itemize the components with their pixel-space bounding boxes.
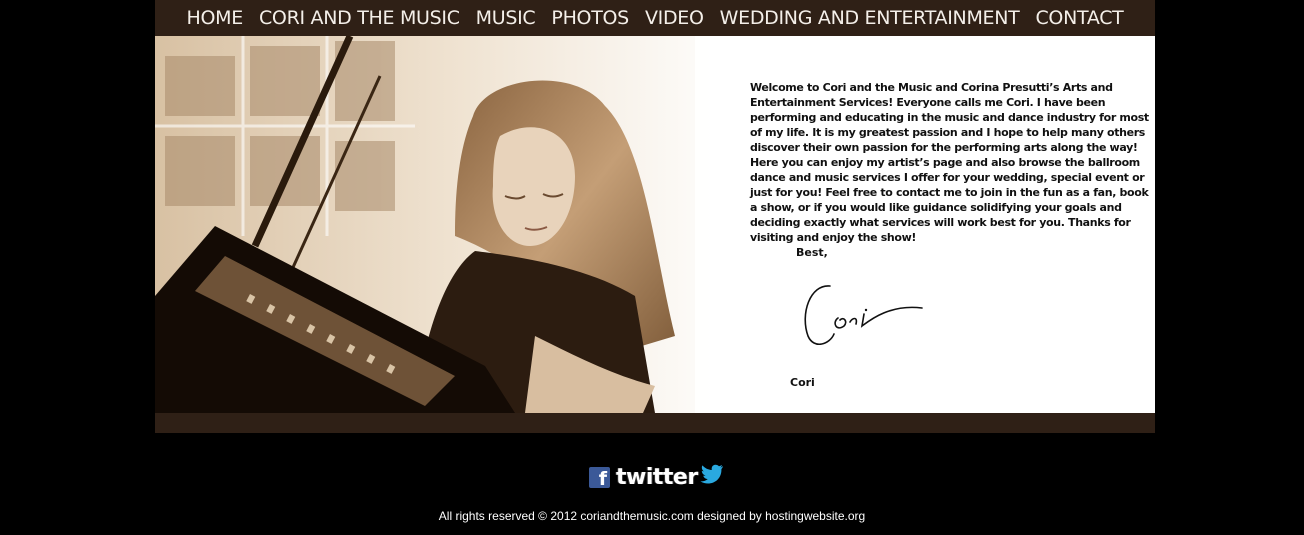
nav-cori-and-the-music[interactable]: CORI AND THE MUSIC [259,7,460,29]
main-content: Welcome to Cori and the Music and Corina… [155,36,1155,413]
closing-text: Best, [796,246,828,259]
pianist-photo [155,36,743,413]
social-links: f twitter [589,463,724,491]
nav-wedding-and-entertainment[interactable]: WEDDING AND ENTERTAINMENT [720,7,1020,29]
twitter-wordmark: twitter [616,464,698,490]
twitter-link[interactable]: twitter [616,463,724,491]
facebook-icon[interactable]: f [589,466,610,490]
nav-contact[interactable]: CONTACT [1035,7,1123,29]
main-nav: HOME CORI AND THE MUSIC MUSIC PHOTOS VID… [155,0,1155,36]
nav-photos[interactable]: PHOTOS [551,7,629,29]
welcome-message: Welcome to Cori and the Music and Corina… [750,81,1149,244]
signer-name: Cori [790,376,815,389]
footer-bar [155,413,1155,433]
facebook-glyph: f [598,467,607,490]
nav-home[interactable]: HOME [187,7,244,29]
copyright-text: All rights reserved © 2012 coriandthemus… [438,509,866,523]
nav-music[interactable]: MUSIC [476,7,536,29]
twitter-bird-icon [700,463,724,491]
signature-image [790,274,930,358]
nav-video[interactable]: VIDEO [645,7,704,29]
site-container: HOME CORI AND THE MUSIC MUSIC PHOTOS VID… [155,0,1155,433]
